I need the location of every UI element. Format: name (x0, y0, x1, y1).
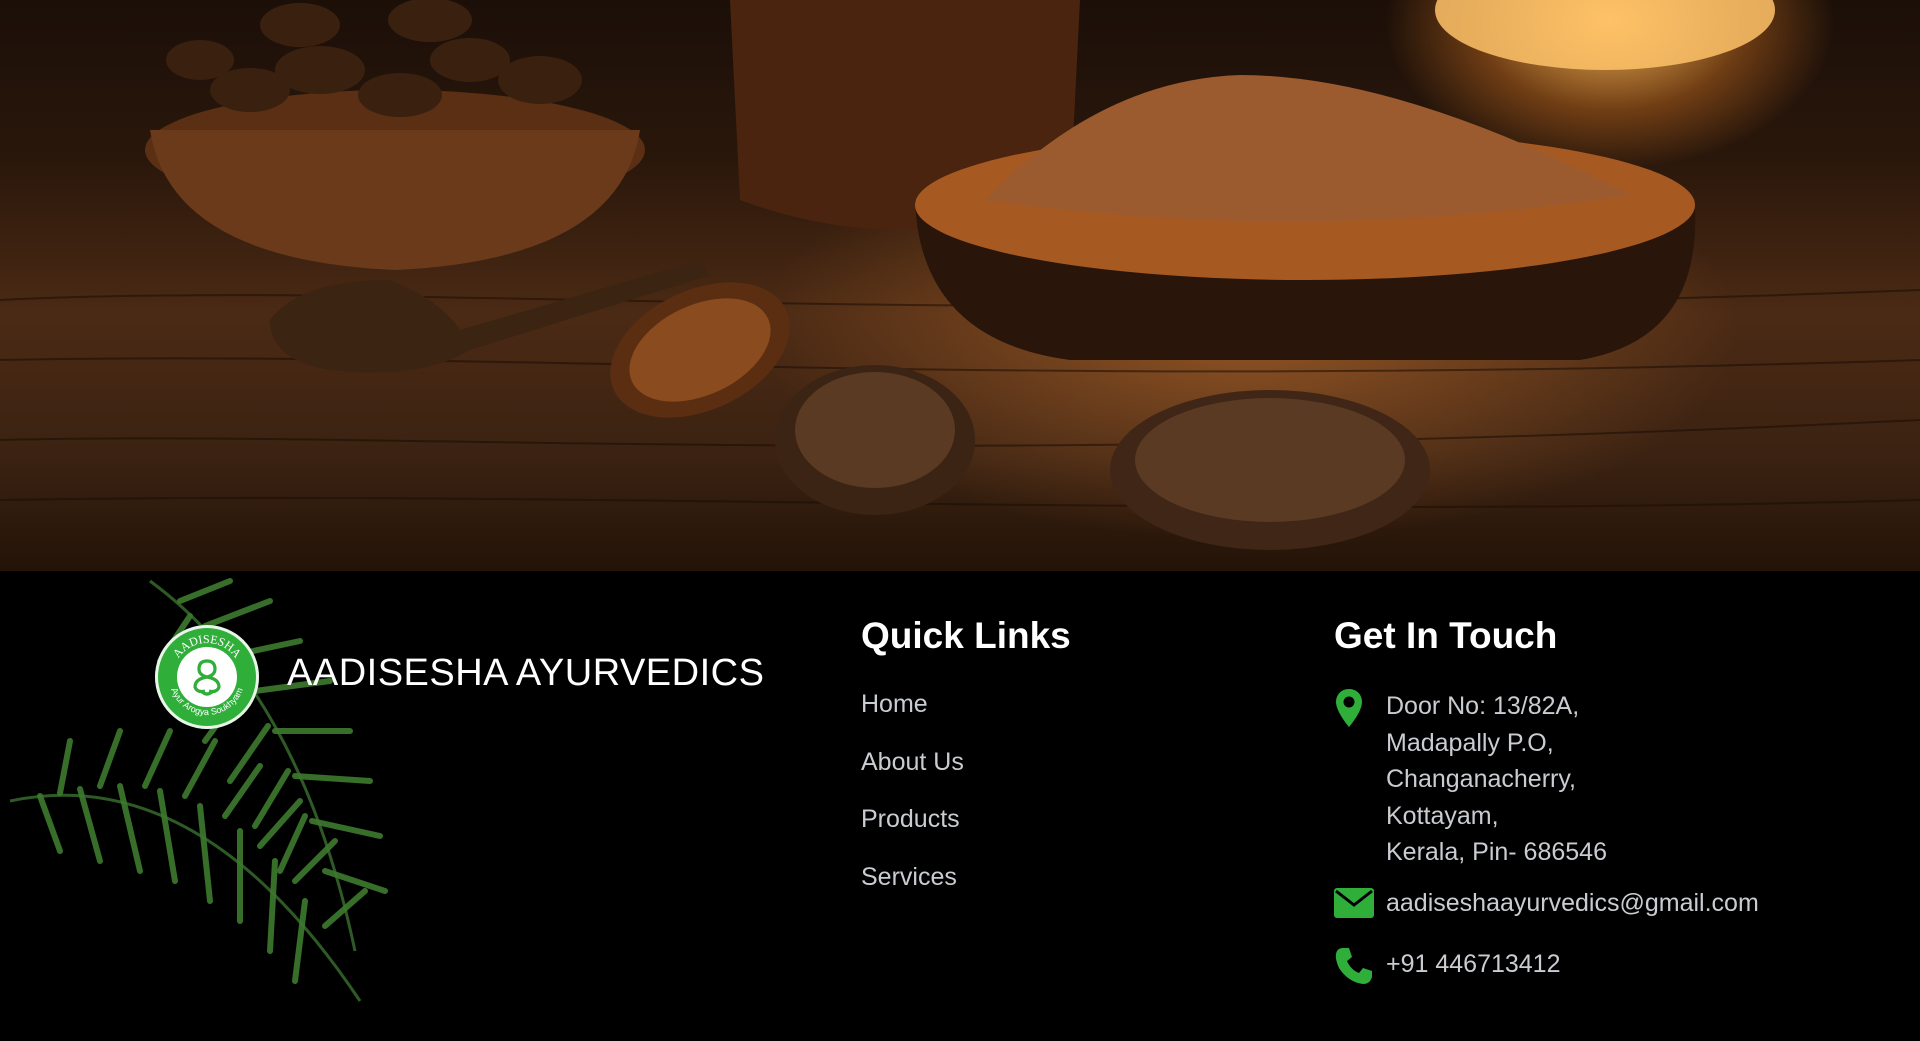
brand-logo[interactable]: AADISESHA Ayur Arogya Soukhyam (155, 625, 259, 729)
quick-link-item: Products (861, 805, 964, 863)
address-line: Kottayam, (1386, 801, 1499, 830)
quick-links-list: Home About Us Products Services (861, 690, 964, 920)
quick-link-item: Services (861, 863, 964, 921)
address-line: Kerala, Pin- 686546 (1386, 838, 1607, 866)
products-link[interactable]: Products (861, 805, 960, 833)
brand-name: AADISESHA AYURVEDICS (287, 652, 765, 694)
phone-icon (1335, 948, 1372, 984)
phone-link[interactable]: +91 446713412 (1386, 946, 1561, 983)
hero-image (0, 0, 1920, 571)
get-in-touch-heading: Get In Touch (1334, 615, 1558, 656)
about-us-link[interactable]: About Us (861, 748, 964, 776)
serpent-emblem-icon (193, 659, 221, 696)
address-line: Changanacherry, (1386, 765, 1576, 793)
email-link[interactable]: aadiseshaayurvedics@gmail.com (1386, 885, 1759, 922)
home-link[interactable]: Home (861, 690, 928, 718)
services-link[interactable]: Services (861, 863, 957, 891)
quick-link-item: Home (861, 690, 964, 748)
address-line: Madapally P.O, (1386, 728, 1554, 757)
quick-link-item: About Us (861, 748, 964, 806)
logo-emblem (177, 647, 237, 707)
site-footer: AADISESHA Ayur Arogya Soukhyam AADISESHA… (0, 571, 1920, 1041)
email-icon (1334, 888, 1374, 918)
address-line: Door No: 13/82A, (1386, 692, 1580, 720)
quick-links-heading: Quick Links (861, 615, 1071, 656)
location-pin-icon (1336, 689, 1362, 727)
